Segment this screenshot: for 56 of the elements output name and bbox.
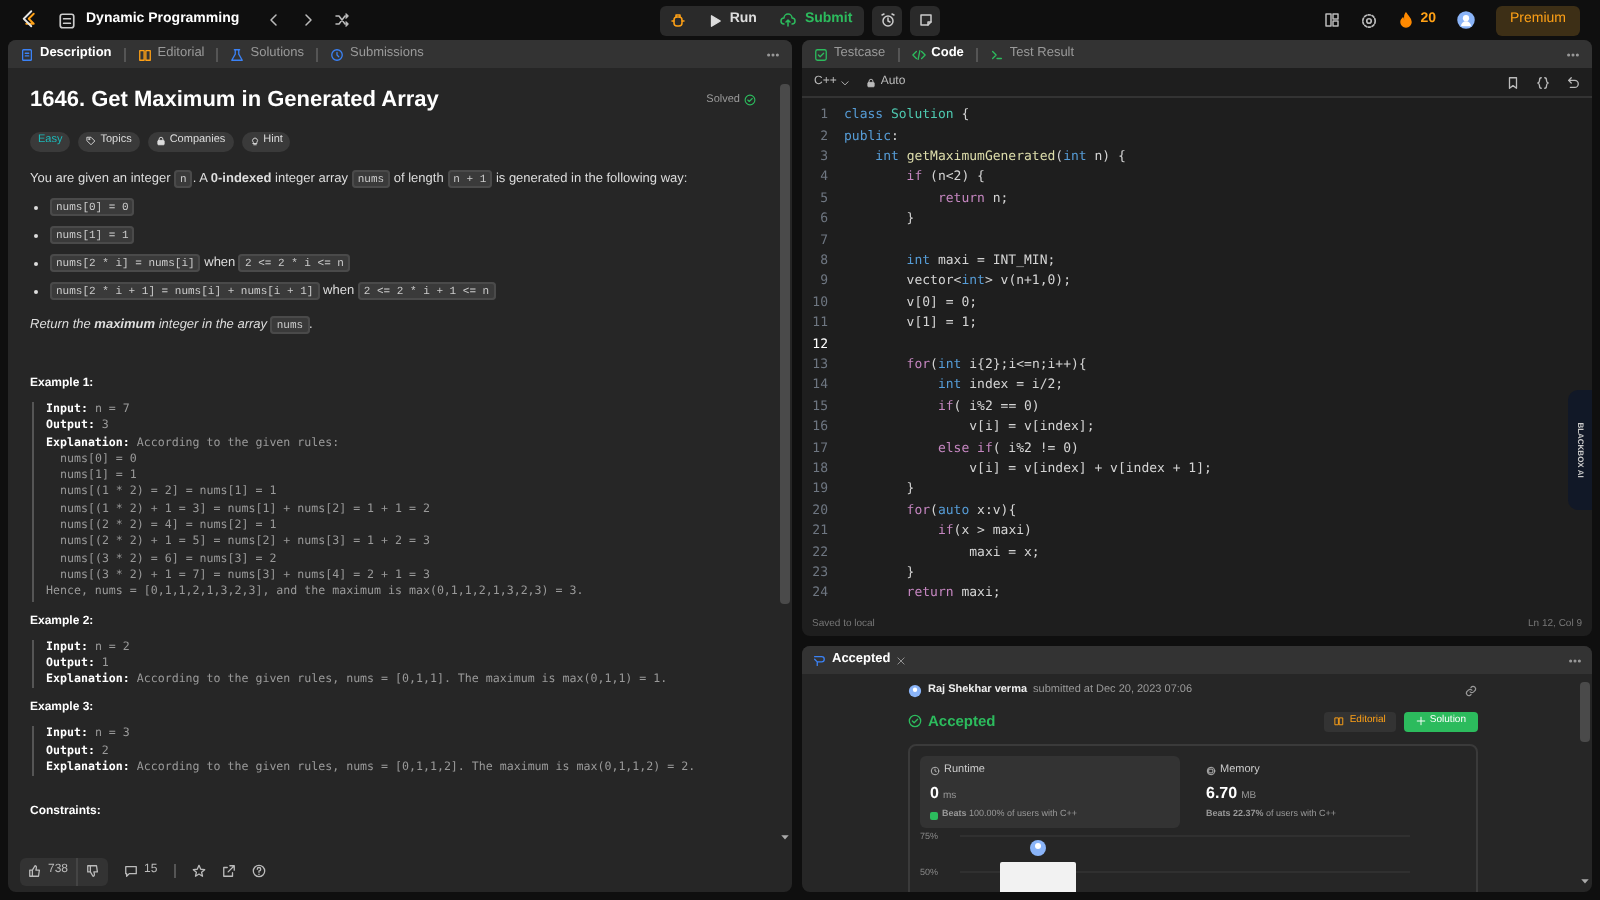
avatar-icon[interactable]: [1455, 10, 1476, 30]
settings-icon[interactable]: [1360, 11, 1379, 29]
timer-button[interactable]: [872, 5, 903, 35]
scrollbar-thumb[interactable]: [1580, 682, 1590, 742]
history-icon: [330, 47, 344, 61]
scrollbar-thumb[interactable]: [780, 84, 790, 604]
list-icon[interactable]: [58, 11, 76, 29]
help-icon[interactable]: [251, 864, 266, 878]
shuffle-icon[interactable]: [333, 12, 350, 28]
lock-icon: [155, 136, 166, 146]
thumbs-down-icon: [86, 864, 101, 878]
bookmark-icon[interactable]: [1506, 75, 1520, 89]
notes-button[interactable]: [910, 5, 941, 35]
plus-icon: [1415, 716, 1426, 726]
scroll-down-icon[interactable]: [1580, 876, 1590, 886]
link-icon[interactable]: [1464, 683, 1478, 697]
lock-icon: [866, 77, 877, 87]
avatar-marker-icon: [1030, 840, 1046, 856]
alarm-clock-icon: [879, 12, 896, 28]
scroll-down-icon[interactable]: [780, 832, 790, 842]
avatar-icon: [908, 683, 922, 697]
beats-marker: [930, 811, 938, 820]
bug-icon: [669, 12, 686, 28]
lightbulb-icon: [249, 136, 260, 146]
problem-title: 1646. Get Maximum in Generated Array: [30, 86, 439, 116]
book-icon: [137, 47, 152, 61]
description-icon: [20, 47, 34, 61]
thumbs-up-icon: [28, 864, 42, 878]
cloud-upload-icon: [780, 12, 797, 28]
check-circle-icon: [744, 94, 756, 107]
flask-icon: [230, 47, 245, 61]
chevron-right-icon[interactable]: [299, 12, 316, 28]
close-icon[interactable]: [896, 655, 907, 665]
checkbox-icon: [814, 47, 828, 61]
tag-icon: [86, 136, 97, 146]
note-icon: [917, 12, 934, 28]
stat-value: 6.70: [1206, 781, 1238, 806]
comment-icon: [124, 864, 139, 878]
result-icon: [812, 653, 826, 667]
chip-icon: [1206, 765, 1216, 776]
star-icon[interactable]: [191, 864, 206, 878]
share-icon[interactable]: [221, 864, 236, 878]
code-icon: [911, 47, 926, 61]
stat-value: 0: [930, 781, 939, 806]
braces-icon[interactable]: [1536, 75, 1550, 89]
flame-icon: [1398, 12, 1415, 28]
layout-icon[interactable]: [1324, 12, 1341, 28]
chevron-left-icon[interactable]: [265, 12, 282, 28]
clock-icon: [930, 765, 940, 776]
terminal-icon: [989, 47, 1004, 61]
logo-icon[interactable]: [20, 10, 40, 30]
book-icon: [1333, 716, 1344, 726]
reset-icon[interactable]: [1566, 75, 1580, 89]
play-icon: [707, 13, 722, 27]
caret-icon: [840, 77, 851, 87]
check-circle-icon: [908, 714, 922, 728]
